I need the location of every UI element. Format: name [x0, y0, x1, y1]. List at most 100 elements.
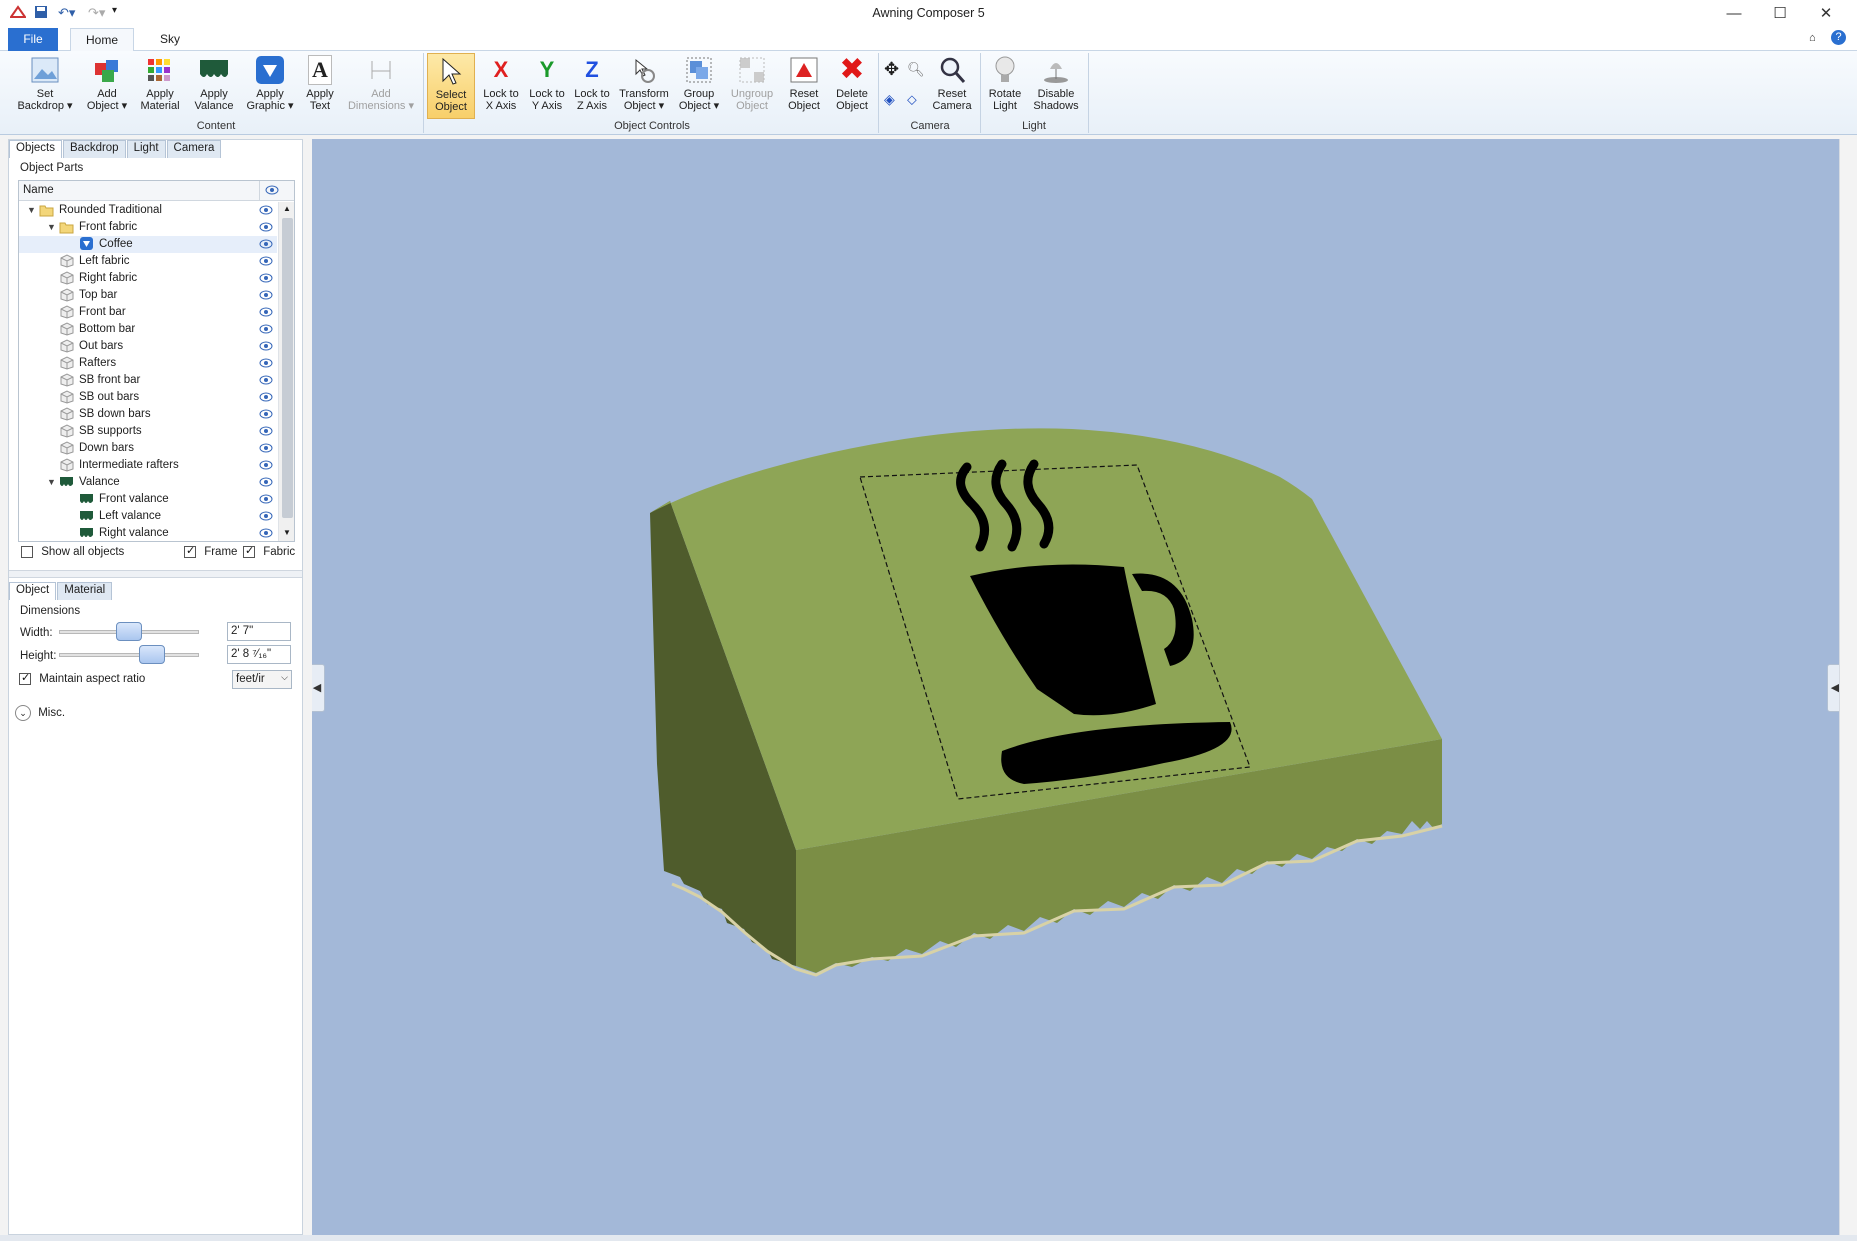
tree-row[interactable]: Left fabric — [19, 253, 277, 270]
visibility-eye-icon[interactable] — [259, 356, 273, 370]
reset-camera-button[interactable]: Reset Camera — [928, 55, 976, 112]
tree-row[interactable]: Right fabric — [19, 270, 277, 287]
ungroup-object-button[interactable]: Ungroup Object — [726, 55, 778, 112]
tab-camera[interactable]: Camera — [166, 140, 222, 158]
tree-row[interactable]: Right valance — [19, 525, 277, 541]
visibility-eye-icon[interactable] — [259, 458, 273, 472]
pan-camera-icon[interactable]: ✥ — [884, 59, 899, 80]
fabric-option[interactable]: Fabric — [243, 544, 295, 558]
visibility-eye-icon[interactable] — [259, 322, 273, 336]
name-column-header[interactable]: Name — [23, 184, 54, 196]
transform-object-button[interactable]: Transform Object ▾ — [616, 55, 672, 112]
reset-object-button[interactable]: Reset Object — [782, 55, 826, 112]
visibility-eye-icon[interactable] — [259, 424, 273, 438]
tilt-camera-icon[interactable]: ⬦ — [907, 91, 917, 108]
tab-objects[interactable]: Objects — [9, 140, 62, 158]
expand-arrow-icon[interactable]: ▼ — [47, 477, 56, 487]
misc-section-header[interactable]: ⌄ Misc. — [15, 705, 65, 721]
height-input[interactable]: 2' 8 ⁷⁄₁₆" — [227, 645, 291, 664]
apply-valance-button[interactable]: Apply Valance — [190, 55, 238, 112]
tree-row[interactable]: ▼ Rounded Traditional — [19, 202, 277, 219]
close-icon[interactable]: ✕ — [1803, 0, 1849, 28]
set-backdrop-button[interactable]: Set Backdrop ▾ — [14, 55, 76, 112]
visibility-eye-icon[interactable] — [259, 492, 273, 506]
3d-viewport[interactable]: ◀ ◀ — [312, 139, 1839, 1235]
width-slider-thumb[interactable] — [116, 622, 142, 641]
lock-z-axis-button[interactable]: Z Lock to Z Axis — [570, 55, 614, 113]
expand-arrow-icon[interactable]: ▼ — [47, 222, 56, 232]
add-dimensions-button[interactable]: Add Dimensions ▾ — [346, 55, 416, 112]
lock-y-axis-button[interactable]: Y Lock to Y Axis — [525, 55, 569, 113]
show-all-objects-option[interactable]: Show all objects — [21, 546, 124, 558]
tree-row[interactable]: Top bar — [19, 287, 277, 304]
visibility-eye-icon[interactable] — [259, 203, 273, 217]
tree-row[interactable]: SB down bars — [19, 406, 277, 423]
tree-row[interactable]: Intermediate rafters — [19, 457, 277, 474]
minimize-icon[interactable]: — — [1711, 0, 1757, 28]
tree-row[interactable]: Rafters — [19, 355, 277, 372]
units-select[interactable]: feet/ir ⌵ — [232, 670, 292, 689]
lock-x-axis-button[interactable]: X Lock to X Axis — [479, 55, 523, 113]
tree-row[interactable]: SB out bars — [19, 389, 277, 406]
visibility-eye-icon[interactable] — [259, 441, 273, 455]
tree-row[interactable]: Left valance — [19, 508, 277, 525]
apply-text-button[interactable]: A Apply Text — [302, 55, 338, 112]
maintain-aspect-option[interactable]: Maintain aspect ratio — [19, 671, 145, 685]
height-slider[interactable] — [59, 653, 199, 657]
visibility-eye-icon[interactable] — [259, 220, 273, 234]
apply-material-button[interactable]: Apply Material — [136, 55, 184, 112]
group-object-button[interactable]: Group Object ▾ — [676, 55, 722, 112]
scroll-up-icon[interactable]: ▲ — [283, 204, 291, 213]
tab-file[interactable]: File — [8, 28, 58, 51]
disable-shadows-button[interactable]: Disable Shadows — [1030, 55, 1082, 112]
tab-home[interactable]: Home — [70, 28, 134, 52]
show-all-objects-checkbox[interactable] — [21, 546, 33, 558]
help-icon[interactable]: ? — [1831, 30, 1846, 45]
height-slider-thumb[interactable] — [138, 645, 165, 664]
frame-option[interactable]: Frame — [184, 544, 237, 558]
tab-sky[interactable]: Sky — [150, 28, 190, 51]
tree-row[interactable]: SB supports — [19, 423, 277, 440]
collapse-right-panel-button[interactable]: ◀ — [1827, 664, 1839, 712]
width-input[interactable]: 2' 7" — [227, 622, 291, 641]
tree-row[interactable]: Out bars — [19, 338, 277, 355]
visibility-eye-icon[interactable] — [259, 390, 273, 404]
tree-row[interactable]: ▼ Valance — [19, 474, 277, 491]
tab-backdrop[interactable]: Backdrop — [63, 140, 126, 158]
tab-material[interactable]: Material — [57, 582, 113, 600]
visibility-eye-icon[interactable] — [259, 509, 273, 523]
visibility-eye-icon[interactable] — [259, 407, 273, 421]
rotate-light-button[interactable]: Rotate Light — [984, 55, 1026, 112]
visibility-column-icon[interactable] — [265, 184, 279, 199]
tree-row[interactable]: Coffee — [19, 236, 277, 253]
add-object-button[interactable]: Add Object ▾ — [82, 55, 132, 112]
panel-splitter[interactable] — [9, 570, 302, 578]
visibility-eye-icon[interactable] — [259, 526, 273, 540]
tree-row[interactable]: Down bars — [19, 440, 277, 457]
visibility-eye-icon[interactable] — [259, 237, 273, 251]
frame-checkbox[interactable] — [184, 544, 196, 558]
expand-arrow-icon[interactable]: ▼ — [27, 205, 36, 215]
visibility-eye-icon[interactable] — [259, 339, 273, 353]
tab-light[interactable]: Light — [126, 140, 166, 158]
delete-object-button[interactable]: ✖ Delete Object — [830, 55, 874, 113]
collapse-ribbon-icon[interactable]: ⌂ — [1809, 32, 1816, 44]
visibility-eye-icon[interactable] — [259, 305, 273, 319]
maintain-aspect-checkbox[interactable] — [19, 671, 31, 685]
expand-circle-icon[interactable]: ⌄ — [15, 705, 31, 721]
tree-row[interactable]: Front bar — [19, 304, 277, 321]
maximize-icon[interactable]: ☐ — [1757, 0, 1803, 28]
tree-row[interactable]: Front valance — [19, 491, 277, 508]
visibility-eye-icon[interactable] — [259, 373, 273, 387]
select-object-button[interactable]: Select Object — [427, 53, 475, 119]
fabric-checkbox[interactable] — [243, 544, 255, 558]
scroll-down-icon[interactable]: ▼ — [283, 528, 291, 537]
tree-row[interactable]: Bottom bar — [19, 321, 277, 338]
collapse-left-panel-button[interactable]: ◀ — [312, 664, 325, 712]
visibility-eye-icon[interactable] — [259, 288, 273, 302]
tree-scrollbar[interactable]: ▲ ▼ — [278, 202, 294, 541]
scrollbar-thumb[interactable] — [282, 218, 293, 518]
tree-row[interactable]: ▼ Front fabric — [19, 219, 277, 236]
tree-row[interactable]: SB front bar — [19, 372, 277, 389]
zoom-camera-icon[interactable]: 🔍︎ — [907, 61, 925, 78]
